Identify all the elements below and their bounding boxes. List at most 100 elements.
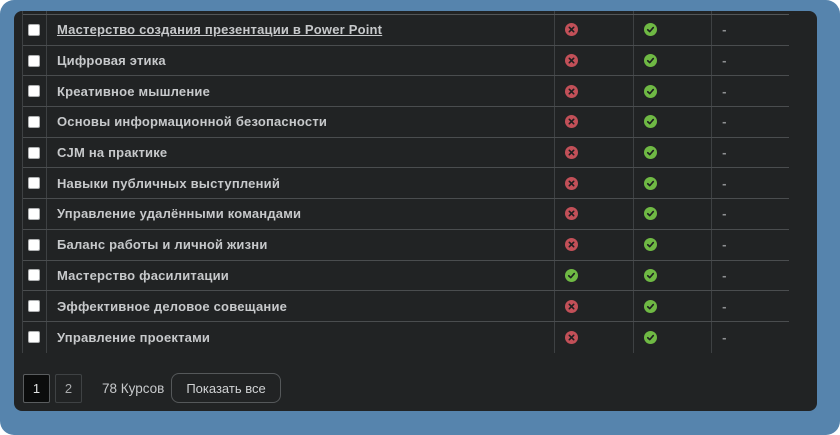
extra-cell: - [712, 230, 789, 260]
course-link[interactable]: Навыки публичных выступлений [57, 176, 280, 191]
checkbox-cell [23, 15, 47, 45]
row-checkbox[interactable] [28, 269, 40, 281]
checkbox-cell [23, 291, 47, 321]
row-checkbox[interactable] [28, 116, 40, 128]
course-name-cell: Навыки публичных выступлений [47, 168, 555, 198]
status1-cell [555, 46, 634, 76]
row-checkbox[interactable] [28, 55, 40, 67]
extra-cell: - [712, 46, 789, 76]
row-checkbox[interactable] [28, 300, 40, 312]
table-row: Мастерство фасилитации - [23, 261, 789, 292]
circle-check-icon [644, 207, 657, 220]
empty-value: - [722, 206, 726, 221]
circle-xmark-icon [565, 300, 578, 313]
status2-cell [634, 291, 712, 321]
status1-cell [555, 168, 634, 198]
course-link[interactable]: Цифровая этика [57, 53, 166, 68]
status1-cell [555, 291, 634, 321]
window-frame: Мастерство создания презентации в Power … [0, 0, 840, 435]
table-row: Цифровая этика - [23, 46, 789, 77]
course-link[interactable]: Креативное мышление [57, 84, 210, 99]
course-table: Мастерство создания презентации в Power … [22, 11, 789, 353]
circle-xmark-icon [565, 23, 578, 36]
page-button-2[interactable]: 2 [55, 374, 82, 403]
circle-check-icon [565, 269, 578, 282]
row-checkbox[interactable] [28, 147, 40, 159]
course-name-cell: Эффективное деловое совещание [47, 291, 555, 321]
course-count-label: 78 Курсов [102, 381, 164, 396]
status1-cell [555, 322, 634, 353]
row-checkbox[interactable] [28, 208, 40, 220]
circle-xmark-icon [565, 331, 578, 344]
course-name-cell: Управление проектами [47, 322, 555, 353]
course-name-cell: CJM на практике [47, 138, 555, 168]
extra-cell: - [712, 168, 789, 198]
extra-cell: - [712, 15, 789, 45]
checkbox-cell [23, 76, 47, 106]
circle-xmark-icon [565, 115, 578, 128]
empty-value: - [722, 268, 726, 283]
course-link[interactable]: Мастерство создания презентации в Power … [57, 22, 382, 37]
empty-value: - [722, 84, 726, 99]
table-row: Эффективное деловое совещание - [23, 291, 789, 322]
course-name-cell: Основы информационной безопасности [47, 107, 555, 137]
table-row: Основы информационной безопасности - [23, 107, 789, 138]
course-name-cell: Мастерство фасилитации [47, 261, 555, 291]
show-all-button[interactable]: Показать все [171, 373, 280, 403]
empty-value: - [722, 176, 726, 191]
extra-cell: - [712, 261, 789, 291]
course-name-cell: Мастерство создания презентации в Power … [47, 15, 555, 45]
row-checkbox[interactable] [28, 331, 40, 343]
pagination: 12 78 Курсов Показать все [23, 373, 281, 403]
course-name-cell: Цифровая этика [47, 46, 555, 76]
course-name-cell: Креативное мышление [47, 76, 555, 106]
course-link[interactable]: CJM на практике [57, 145, 167, 160]
circle-check-icon [644, 54, 657, 67]
checkbox-cell [23, 46, 47, 76]
empty-value: - [722, 22, 726, 37]
checkbox-cell [23, 261, 47, 291]
course-link[interactable]: Баланс работы и личной жизни [57, 237, 268, 252]
circle-check-icon [644, 331, 657, 344]
row-checkbox[interactable] [28, 24, 40, 36]
course-link[interactable]: Мастерство фасилитации [57, 268, 229, 283]
checkbox-cell [23, 138, 47, 168]
circle-xmark-icon [565, 177, 578, 190]
checkbox-cell [23, 107, 47, 137]
course-link[interactable]: Основы информационной безопасности [57, 114, 327, 129]
status1-cell [555, 199, 634, 229]
status1-cell [555, 15, 634, 45]
extra-cell: - [712, 199, 789, 229]
circle-check-icon [644, 269, 657, 282]
page-button-1[interactable]: 1 [23, 374, 50, 403]
extra-cell: - [712, 138, 789, 168]
circle-check-icon [644, 23, 657, 36]
row-checkbox[interactable] [28, 177, 40, 189]
status2-cell [634, 46, 712, 76]
circle-xmark-icon [565, 207, 578, 220]
status2-cell [634, 261, 712, 291]
course-link[interactable]: Управление удалёнными командами [57, 206, 301, 221]
row-checkbox[interactable] [28, 239, 40, 251]
course-link[interactable]: Управление проектами [57, 330, 210, 345]
status1-cell [555, 261, 634, 291]
content-panel: Мастерство создания презентации в Power … [14, 11, 817, 411]
circle-xmark-icon [565, 146, 578, 159]
circle-check-icon [644, 146, 657, 159]
status2-cell [634, 15, 712, 45]
circle-xmark-icon [565, 85, 578, 98]
table-row: CJM на практике - [23, 138, 789, 169]
status2-cell [634, 107, 712, 137]
extra-cell: - [712, 291, 789, 321]
course-link[interactable]: Эффективное деловое совещание [57, 299, 287, 314]
circle-check-icon [644, 300, 657, 313]
checkbox-cell [23, 199, 47, 229]
table-row: Креативное мышление - [23, 76, 789, 107]
checkbox-cell [23, 230, 47, 260]
course-name-cell: Управление удалёнными командами [47, 199, 555, 229]
row-checkbox[interactable] [28, 85, 40, 97]
course-name-cell: Баланс работы и личной жизни [47, 230, 555, 260]
extra-cell: - [712, 107, 789, 137]
table-row: Управление удалёнными командами - [23, 199, 789, 230]
status1-cell [555, 107, 634, 137]
